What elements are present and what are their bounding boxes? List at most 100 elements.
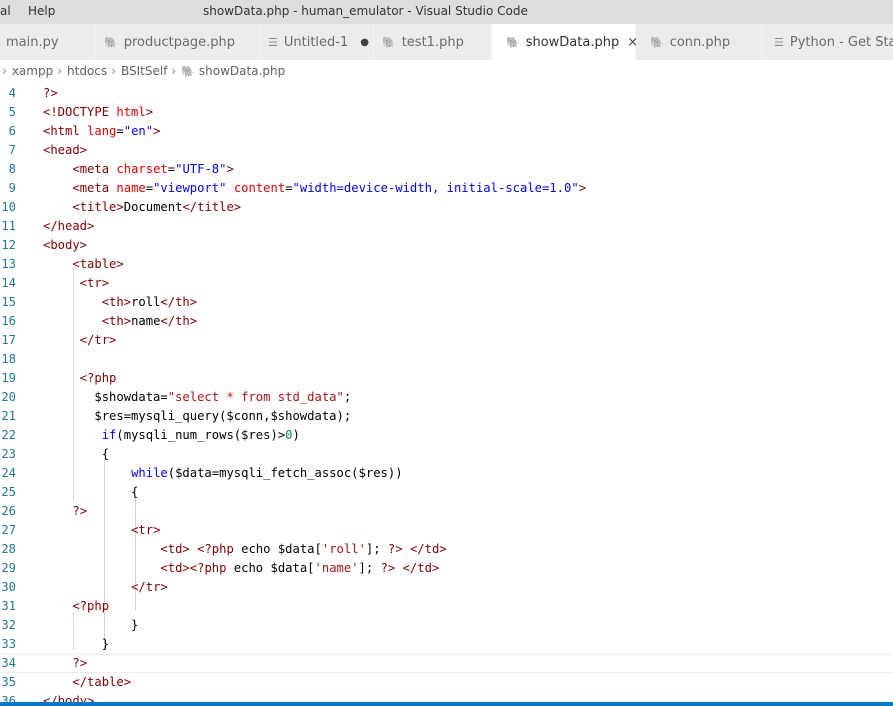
code-text[interactable]: <html lang="en">	[43, 122, 160, 141]
breadcrumb-item-xampp[interactable]: xampp	[12, 64, 53, 78]
code-line[interactable]: 12 <body>	[0, 236, 893, 255]
code-line[interactable]: 17 </tr>	[0, 331, 893, 350]
code-line[interactable]: 9 <meta name="viewport" content="width=d…	[0, 179, 893, 198]
chevron-right-icon: ›	[57, 64, 63, 78]
code-line[interactable]: 14 <tr>	[0, 274, 893, 293]
code-text[interactable]: ?>	[43, 84, 58, 103]
code-line[interactable]: 31 <?php	[0, 597, 893, 616]
code-token: content	[233, 181, 286, 195]
code-line[interactable]: 34 ?>	[0, 654, 893, 673]
breadcrumb-item-showdata[interactable]: showData.php	[199, 64, 285, 78]
code-line[interactable]: 22 if(mysqli_num_rows($res)>0)	[0, 426, 893, 445]
code-text[interactable]: <td> <?php echo $data['roll']; ?> </td>	[43, 540, 446, 559]
code-text[interactable]: </table>	[43, 673, 131, 692]
code-text[interactable]: <td><?php echo $data['name']; ?> </td>	[43, 559, 439, 578]
line-number: 18	[1, 352, 16, 366]
code-line[interactable]: 5 <!DOCTYPE html>	[0, 103, 893, 122]
tab-python-get-started[interactable]: ☰ Python - Get Started	[762, 24, 893, 60]
code-text[interactable]: <meta name="viewport" content="width=dev…	[43, 179, 586, 198]
code-line[interactable]: 15 <th>roll</th>	[0, 293, 893, 312]
line-number: 34	[1, 656, 16, 670]
code-line[interactable]: 35 </table>	[0, 673, 893, 692]
code-token: while	[131, 466, 168, 480]
code-text[interactable]: $res=mysqli_query($conn,$showdata);	[43, 407, 351, 426]
menu-terminal[interactable]: al	[0, 4, 11, 18]
code-text[interactable]: <table>	[43, 255, 123, 274]
code-text[interactable]: <meta charset="UTF-8">	[43, 160, 233, 179]
code-line[interactable]: 23 {	[0, 445, 893, 464]
code-text[interactable]: <?php	[43, 597, 109, 616]
code-token: <?php	[197, 542, 234, 556]
code-token: <title>	[72, 200, 124, 214]
code-text[interactable]: {	[43, 445, 109, 464]
code-line[interactable]: 19 <?php	[0, 369, 893, 388]
code-text[interactable]: while($data=mysqli_fetch_assoc($res))	[43, 464, 403, 483]
code-line[interactable]: 4 ?>	[0, 84, 893, 103]
code-line[interactable]: 7 <head>	[0, 141, 893, 160]
code-line[interactable]: 24 while($data=mysqli_fetch_assoc($res))	[0, 464, 893, 483]
code-line[interactable]: 6 <html lang="en">	[0, 122, 893, 141]
code-token: =	[145, 181, 154, 195]
breadcrumb-item-htdocs[interactable]: htdocs	[67, 64, 107, 78]
code-token: 'name'	[314, 561, 359, 575]
tab-main-py[interactable]: main.py	[0, 24, 96, 60]
code-text[interactable]: ?>	[43, 655, 87, 672]
code-text[interactable]: <tr>	[43, 521, 160, 540]
code-token: <html	[43, 124, 88, 138]
tab-showdata-php[interactable]: 🐘 showData.php ×	[492, 24, 638, 60]
code-text[interactable]: <th>name</th>	[43, 312, 197, 331]
code-text[interactable]: ?>	[43, 502, 87, 521]
code-text[interactable]: <head>	[43, 141, 87, 160]
code-text[interactable]: $showdata="select * from std_data";	[43, 388, 351, 407]
code-text[interactable]: <title>Document</title>	[43, 198, 241, 217]
code-line[interactable]: 29 <td><?php echo $data['name']; ?> </td…	[0, 559, 893, 578]
code-text[interactable]: if(mysqli_num_rows($res)>0)	[43, 426, 300, 445]
line-number: 22	[1, 428, 16, 442]
code-text[interactable]: <th>roll</th>	[43, 293, 197, 312]
code-line[interactable]: 32 }	[0, 616, 893, 635]
code-line[interactable]: 10 <title>Document</title>	[0, 198, 893, 217]
chevron-right-icon: ›	[2, 64, 7, 78]
code-line[interactable]: 33 }	[0, 635, 893, 654]
line-number: 8	[8, 162, 16, 176]
code-text[interactable]: </head>	[43, 217, 94, 236]
code-text[interactable]: </tr>	[43, 331, 117, 350]
code-text[interactable]: }	[43, 616, 138, 635]
text-file-icon: ☰	[268, 35, 278, 49]
code-text[interactable]: {	[43, 483, 138, 502]
code-line[interactable]: 18	[0, 350, 893, 369]
line-number: 5	[8, 105, 16, 119]
code-line[interactable]: 13 <table>	[0, 255, 893, 274]
menu-help[interactable]: Help	[28, 4, 55, 18]
tab-conn-php[interactable]: 🐘 conn.php	[636, 24, 762, 60]
code-line[interactable]: 21 $res=mysqli_query($conn,$showdata);	[0, 407, 893, 426]
unsaved-dot-icon[interactable]: ●	[360, 37, 369, 48]
tab-test1-php[interactable]: 🐘 test1.php	[374, 24, 492, 60]
code-line[interactable]: 26 ?>	[0, 502, 893, 521]
code-text[interactable]: }	[43, 635, 109, 654]
code-text[interactable]: <!DOCTYPE html>	[43, 103, 153, 122]
code-text[interactable]: <body>	[43, 236, 87, 255]
tab-untitled-1[interactable]: ☰ Untitled-1 ●	[260, 24, 374, 60]
code-text[interactable]: <tr>	[43, 274, 109, 293]
code-line[interactable]: 20 $showdata="select * from std_data";	[0, 388, 893, 407]
code-line[interactable]: 30 </tr>	[0, 578, 893, 597]
code-line[interactable]: 16 <th>name</th>	[0, 312, 893, 331]
code-text[interactable]: </tr>	[43, 578, 168, 597]
code-line[interactable]: 11 </head>	[0, 217, 893, 236]
code-editor[interactable]: 4 ?> 5 <!DOCTYPE html> 6 <html lang="en"> 7 <he…	[0, 82, 893, 703]
code-line[interactable]: 28 <td> <?php echo $data['roll']; ?> </t…	[0, 540, 893, 559]
code-line[interactable]: 25 {	[0, 483, 893, 502]
code-text[interactable]: <?php	[43, 369, 117, 388]
line-number: 32	[1, 618, 16, 632]
code-token: {	[43, 485, 139, 499]
code-line[interactable]: 8 <meta charset="UTF-8">	[0, 160, 893, 179]
code-line[interactable]: 27 <tr>	[0, 521, 893, 540]
tab-productpage-php[interactable]: 🐘 productpage.php	[96, 24, 260, 60]
breadcrumb-item-bsitself[interactable]: BSItSelf	[121, 64, 167, 78]
